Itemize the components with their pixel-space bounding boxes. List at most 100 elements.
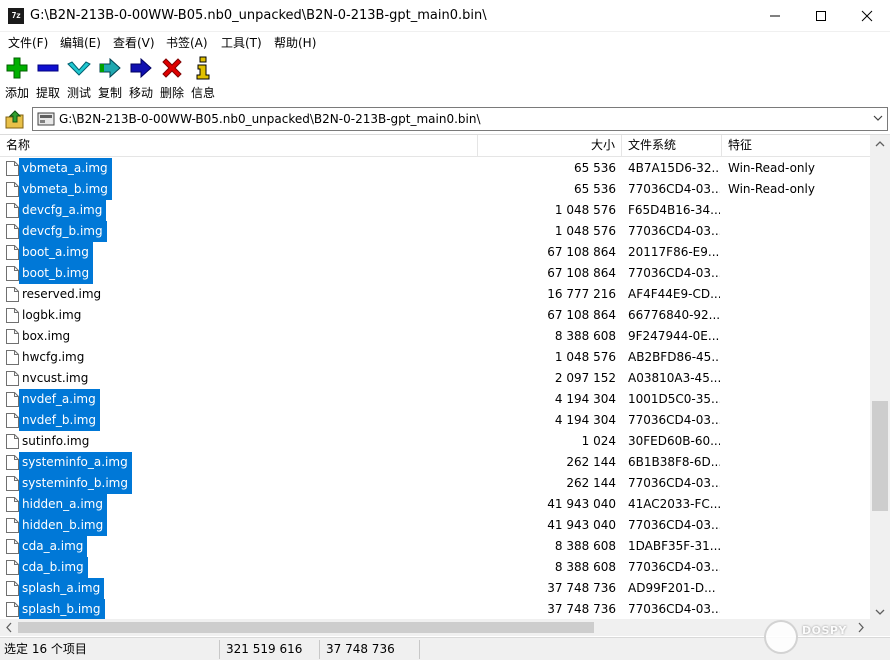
file-icon [6, 371, 19, 386]
table-row[interactable]: cda_a.img 8 388 608 1DABF35F-31... [0, 536, 870, 557]
table-row[interactable]: hwcfg.img 1 048 576 AB2BFD86-45... [0, 347, 870, 368]
table-row[interactable]: box.img 8 388 608 9F247944-0E... [0, 326, 870, 347]
chevron-down-icon[interactable] [873, 113, 883, 123]
horizontal-scrollbar[interactable] [0, 619, 870, 636]
test-label: 测试 [66, 86, 91, 100]
title-bar: 7z G:\B2N-213B-0-00WW-B05.nb0_unpacked\B… [0, 0, 890, 32]
table-row[interactable]: systeminfo_b.img 262 144 77036CD4-03... [0, 473, 870, 494]
watermark: DOSPY [764, 620, 886, 654]
close-button[interactable] [844, 0, 890, 32]
file-filesystem: 30FED60B-60... [628, 434, 720, 448]
file-filesystem: 77036CD4-03... [628, 182, 720, 196]
table-row[interactable]: boot_a.img 67 108 864 20117F86-E9... [0, 242, 870, 263]
table-row[interactable]: hidden_b.img 41 943 040 77036CD4-03... [0, 515, 870, 536]
file-size: 41 943 040 [547, 518, 616, 532]
file-size: 2 097 152 [554, 371, 616, 385]
file-name: splash_a.img [19, 578, 105, 599]
checkmark-icon [67, 61, 91, 76]
menu-file[interactable]: 文件(F) [8, 34, 48, 51]
file-filesystem: F65D4B16-34... [628, 203, 720, 217]
file-attributes [728, 305, 858, 326]
file-icon [6, 581, 19, 596]
column-header-name[interactable]: 名称 [0, 135, 478, 157]
file-attributes [728, 347, 858, 368]
file-name-cell: reserved.img [6, 284, 476, 305]
menu-tools[interactable]: 工具(T) [221, 34, 262, 51]
table-row[interactable]: boot_b.img 67 108 864 77036CD4-03... [0, 263, 870, 284]
file-icon [6, 476, 19, 491]
file-icon [6, 455, 19, 470]
table-row[interactable]: hidden_a.img 41 943 040 41AC2033-FC... [0, 494, 870, 515]
file-name-cell: cda_b.img [6, 557, 476, 578]
file-attributes [728, 389, 858, 410]
maximize-button[interactable] [798, 0, 844, 32]
table-row[interactable]: vbmeta_b.img 65 536 77036CD4-03... Win-Read… [0, 179, 870, 200]
move-button[interactable]: 移动 [126, 54, 156, 100]
delete-button[interactable]: 删除 [157, 54, 187, 100]
menu-view[interactable]: 查看(V) [113, 34, 155, 51]
column-header-size[interactable]: 大小 [478, 135, 622, 157]
table-row[interactable]: nvdef_b.img 4 194 304 77036CD4-03... [0, 410, 870, 431]
menu-help[interactable]: 帮助(H) [274, 34, 316, 51]
close-icon [861, 10, 873, 22]
file-name: reserved.img [22, 287, 102, 301]
file-size: 8 388 608 [554, 539, 616, 553]
delete-label: 删除 [159, 86, 184, 100]
file-icon [6, 203, 19, 218]
file-name: boot_b.img [19, 263, 94, 284]
move-arrow-icon [130, 57, 152, 79]
file-attributes [728, 410, 858, 431]
app-7zip-icon[interactable]: 7z [8, 8, 24, 24]
table-row[interactable]: cda_b.img 8 388 608 77036CD4-03... [0, 557, 870, 578]
column-header-filesystem[interactable]: 文件系统 [622, 135, 722, 157]
vertical-scrollbar[interactable] [870, 135, 890, 621]
menu-edit[interactable]: 编辑(E) [60, 34, 101, 51]
scroll-up-arrow-icon[interactable] [870, 135, 890, 152]
copy-button[interactable]: 复制 [95, 54, 125, 100]
file-attributes: Win-Read-only [728, 182, 815, 196]
address-input[interactable]: G:\B2N-213B-0-00WW-B05.nb0_unpacked\B2N-… [32, 107, 888, 131]
list-header: 名称 大小 文件系统 特征 [0, 135, 870, 157]
file-attributes [728, 578, 858, 599]
scroll-left-arrow-icon[interactable] [0, 619, 18, 636]
file-icon [6, 560, 19, 575]
vertical-scroll-thumb[interactable] [872, 401, 888, 511]
file-size: 41 943 040 [547, 497, 616, 511]
folder-up-icon[interactable] [4, 108, 26, 130]
test-button[interactable]: 测试 [64, 54, 94, 100]
file-name: nvdef_a.img [19, 389, 100, 410]
file-size: 65 536 [574, 161, 616, 175]
file-size: 16 777 216 [547, 287, 616, 301]
file-attributes [728, 473, 858, 494]
table-row[interactable]: reserved.img 16 777 216 AF4F44E9-CD... [0, 284, 870, 305]
menu-bookmarks[interactable]: 书签(A) [166, 34, 208, 51]
table-row[interactable]: vbmeta_a.img 65 536 4B7A15D6-32... Win-Read… [0, 158, 870, 179]
file-filesystem: 4B7A15D6-32... [628, 161, 720, 175]
table-row[interactable]: nvcust.img 2 097 152 A03810A3-45... [0, 368, 870, 389]
file-icon [6, 350, 19, 365]
table-row[interactable]: sutinfo.img 1 024 30FED60B-60... [0, 431, 870, 452]
table-row[interactable]: splash_a.img 37 748 736 AD99F201-D... [0, 578, 870, 599]
info-label: 信息 [190, 86, 215, 100]
file-attributes [728, 242, 858, 263]
info-button[interactable]: 信息 [188, 54, 218, 100]
file-name: cda_b.img [19, 557, 88, 578]
info-icon [196, 56, 210, 80]
table-row[interactable]: splash_b.img 37 748 736 77036CD4-03... [0, 599, 870, 620]
minimize-button[interactable] [752, 0, 798, 32]
file-name: hidden_b.img [19, 515, 108, 536]
column-header-attributes[interactable]: 特征 [722, 135, 870, 157]
file-name-cell: hidden_b.img [6, 515, 476, 536]
table-row[interactable]: logbk.img 67 108 864 66776840-92... [0, 305, 870, 326]
table-row[interactable]: devcfg_b.img 1 048 576 77036CD4-03... [0, 221, 870, 242]
file-size: 37 748 736 [547, 602, 616, 616]
table-row[interactable]: devcfg_a.img 1 048 576 F65D4B16-34... [0, 200, 870, 221]
extract-button[interactable]: 提取 [33, 54, 63, 100]
horizontal-scroll-thumb[interactable] [18, 622, 594, 633]
file-icon [6, 308, 19, 323]
add-button[interactable]: 添加 [2, 54, 32, 100]
table-row[interactable]: nvdef_a.img 4 194 304 1001D5C0-35... [0, 389, 870, 410]
table-row[interactable]: systeminfo_a.img 262 144 6B1B38F8-6D... [0, 452, 870, 473]
file-icon [6, 182, 19, 197]
status-total-size: 321 519 616 [222, 640, 320, 659]
